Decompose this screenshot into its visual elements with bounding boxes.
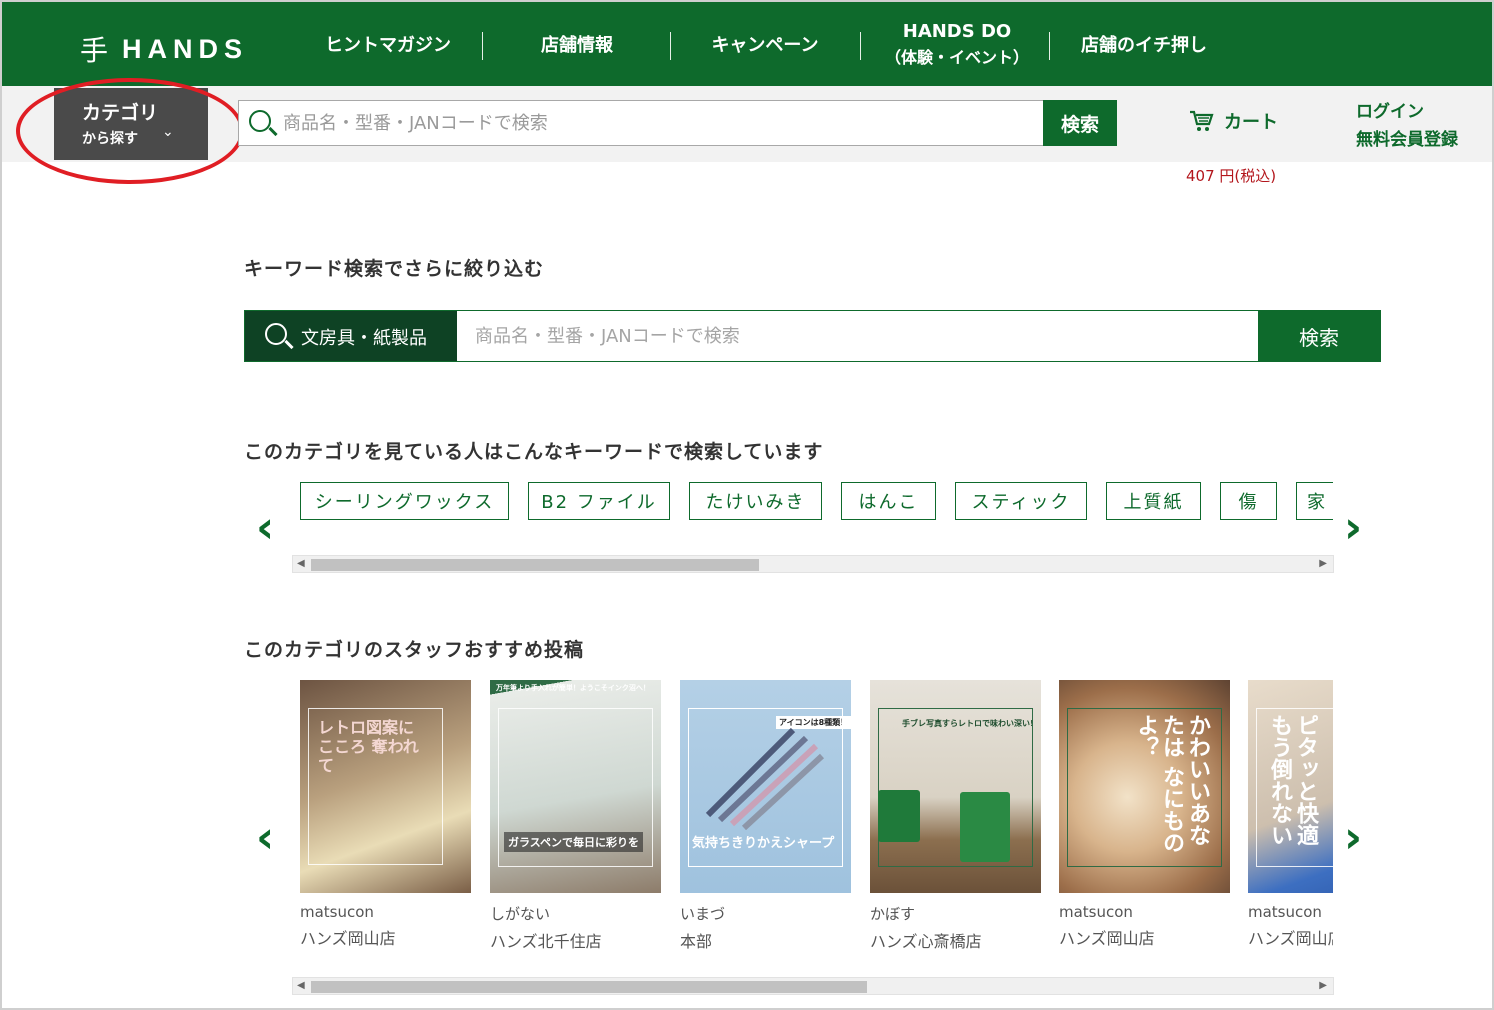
- staff-picks-heading: このカテゴリのスタッフおすすめ投稿: [244, 639, 585, 661]
- posts-scrollbar[interactable]: ◀ ▶: [292, 977, 1334, 995]
- camera-illustration: [878, 790, 920, 842]
- header-search-button[interactable]: 検索: [1043, 100, 1117, 146]
- account-links: ログイン 無料会員登録: [1356, 98, 1458, 154]
- nav-label: 店舗情報: [541, 35, 613, 56]
- cart-icon: [1188, 108, 1214, 134]
- keyword-tag[interactable]: 家: [1296, 482, 1333, 520]
- chevron-left-icon[interactable]: ‹: [256, 816, 274, 860]
- post-author: かぼす: [870, 905, 916, 923]
- scroll-left-icon[interactable]: ◀: [297, 980, 305, 991]
- nav-hint-magazine[interactable]: ヒントマガジン: [320, 2, 456, 86]
- cart-label: カート: [1224, 112, 1278, 133]
- post-card[interactable]: かわいいあなたは なにものよ？ matsucon ハンズ岡山店: [1059, 680, 1230, 949]
- login-link[interactable]: ログイン: [1356, 98, 1458, 126]
- nav-divider: [482, 32, 483, 60]
- camera-illustration: [960, 792, 1010, 862]
- staff-posts-carousel: レトロ図案に こころ 奪われて matsucon ハンズ岡山店 万年筆より手入れ…: [300, 680, 1333, 950]
- keyword-tag[interactable]: たけいみき: [689, 482, 822, 520]
- category-button-sublabel: から探す: [82, 131, 138, 147]
- keyword-tag[interactable]: B2 ファイル: [528, 482, 670, 520]
- scroll-left-icon[interactable]: ◀: [297, 558, 305, 569]
- refine-heading: キーワード検索でさらに絞り込む: [244, 258, 545, 280]
- post-caption: レトロ図案に こころ 奪われて: [318, 718, 419, 775]
- post-card[interactable]: ピタッと快適 もう倒れない matsucon ハンズ岡山店: [1248, 680, 1333, 949]
- post-caption: ガラスペンで毎日に彩りを: [504, 832, 644, 852]
- post-top-caption: 万年筆より手入れが簡単！ようこそインク沼へ！: [496, 684, 650, 692]
- chevron-right-icon[interactable]: ›: [1344, 506, 1362, 550]
- nav-store-info[interactable]: 店舗情報: [522, 2, 632, 86]
- nav-label: 店舗のイチ押し: [1081, 35, 1207, 56]
- nav-divider: [670, 32, 671, 60]
- post-author: matsucon: [1059, 903, 1133, 921]
- nav-hands-do[interactable]: HANDS DO （体験・イベント）: [882, 2, 1032, 86]
- post-thumbnail: 万年筆より手入れが簡単！ようこそインク沼へ！ ガラスペンで毎日に彩りを: [490, 680, 661, 893]
- refine-search-box: 文房具・紙製品 検索: [244, 310, 1381, 362]
- category-scope-selector[interactable]: 文房具・紙製品: [245, 311, 457, 361]
- post-caption: かわいいあなたは なにものよ？: [1133, 714, 1210, 854]
- keyword-tag[interactable]: スティック: [955, 482, 1087, 520]
- post-card[interactable]: レトロ図案に こころ 奪われて matsucon ハンズ岡山店: [300, 680, 471, 949]
- post-thumbnail: 手ブレ写真すらレトロで味わい深い!: [870, 680, 1041, 893]
- nav-divider: [1049, 32, 1050, 60]
- refine-search-input[interactable]: [475, 320, 1255, 352]
- register-link[interactable]: 無料会員登録: [1356, 126, 1458, 154]
- search-icon: [249, 110, 271, 132]
- nav-campaign[interactable]: キャンペーン: [702, 2, 828, 86]
- cart-total-price: 407 円(税込): [1186, 167, 1277, 185]
- search-icon: [265, 323, 287, 345]
- nav-label: HANDS DO: [902, 20, 1012, 42]
- keyword-tag[interactable]: はんこ: [841, 482, 936, 520]
- post-author: しがない: [490, 905, 551, 923]
- post-author: matsucon: [1248, 903, 1322, 921]
- top-navigation: 手 HANDS ヒントマガジン 店舗情報 キャンペーン HANDS DO （体験…: [2, 2, 1492, 86]
- category-button-label: カテゴリ: [82, 102, 159, 124]
- post-caption: 気持ちきりかえシャープ: [692, 836, 835, 851]
- pencil-illustration: [705, 727, 825, 830]
- scrollbar-thumb[interactable]: [311, 559, 759, 571]
- post-card[interactable]: 万年筆より手入れが簡単！ようこそインク沼へ！ ガラスペンで毎日に彩りを しがない…: [490, 680, 661, 950]
- keyword-carousel: シーリングワックス B2 ファイル たけいみき はんこ スティック 上質紙 傷 …: [300, 482, 1333, 524]
- post-author: いまづ: [680, 905, 726, 923]
- keywords-heading: このカテゴリを見ている人はこんなキーワードで検索しています: [244, 441, 824, 463]
- scrollbar-thumb[interactable]: [311, 981, 867, 993]
- post-card[interactable]: 手ブレ写真すらレトロで味わい深い! かぼす ハンズ心斎橋店: [870, 680, 1041, 950]
- post-thumbnail: アイコンは8種類！ 気持ちきりかえシャープ: [680, 680, 851, 893]
- nav-label: ヒントマガジン: [325, 35, 451, 56]
- post-store: ハンズ岡山店: [1059, 929, 1155, 948]
- nav-sublabel: （体験・イベント）: [884, 47, 1029, 67]
- nav-divider: [860, 32, 861, 60]
- chevron-left-icon[interactable]: ‹: [256, 506, 274, 550]
- post-store: ハンズ岡山店: [300, 929, 396, 948]
- hands-logo[interactable]: 手 HANDS: [80, 32, 249, 68]
- post-store: ハンズ北千住店: [490, 932, 602, 950]
- post-store: ハンズ心斎橋店: [870, 932, 982, 950]
- post-card[interactable]: アイコンは8種類！ 気持ちきりかえシャープ いまづ 本部: [680, 680, 851, 950]
- post-thumbnail: レトロ図案に こころ 奪われて: [300, 680, 471, 893]
- post-thumbnail: ピタッと快適 もう倒れない: [1248, 680, 1333, 893]
- keyword-tag[interactable]: 上質紙: [1106, 482, 1201, 520]
- post-store: 本部: [680, 932, 713, 950]
- nav-label: キャンペーン: [711, 35, 819, 56]
- cart-link[interactable]: カート: [1188, 108, 1278, 134]
- logo-mark: 手: [80, 34, 109, 67]
- scroll-right-icon[interactable]: ▶: [1319, 980, 1327, 991]
- category-scope-label: 文房具・紙製品: [301, 328, 427, 349]
- header-search-box[interactable]: [238, 100, 1044, 146]
- header-search-input[interactable]: [283, 107, 1023, 139]
- post-thumbnail: かわいいあなたは なにものよ？: [1059, 680, 1230, 893]
- refine-search-button[interactable]: 検索: [1258, 311, 1380, 361]
- post-author: matsucon: [300, 903, 374, 921]
- category-browse-button[interactable]: カテゴリ から探す ⌄: [54, 88, 208, 160]
- scroll-right-icon[interactable]: ▶: [1319, 558, 1327, 569]
- post-store: ハンズ岡山店: [1248, 929, 1333, 948]
- nav-store-pick[interactable]: 店舗のイチ押し: [1074, 2, 1214, 86]
- post-caption: ピタッと快適 もう倒れない: [1267, 714, 1318, 846]
- keyword-tag[interactable]: シーリングワックス: [300, 482, 509, 520]
- keyword-scrollbar[interactable]: ◀ ▶: [292, 555, 1334, 573]
- keyword-tag[interactable]: 傷: [1220, 482, 1277, 520]
- logo-text: HANDS: [122, 33, 249, 64]
- chevron-right-icon[interactable]: ›: [1344, 816, 1362, 860]
- chevron-down-icon: ⌄: [162, 124, 174, 140]
